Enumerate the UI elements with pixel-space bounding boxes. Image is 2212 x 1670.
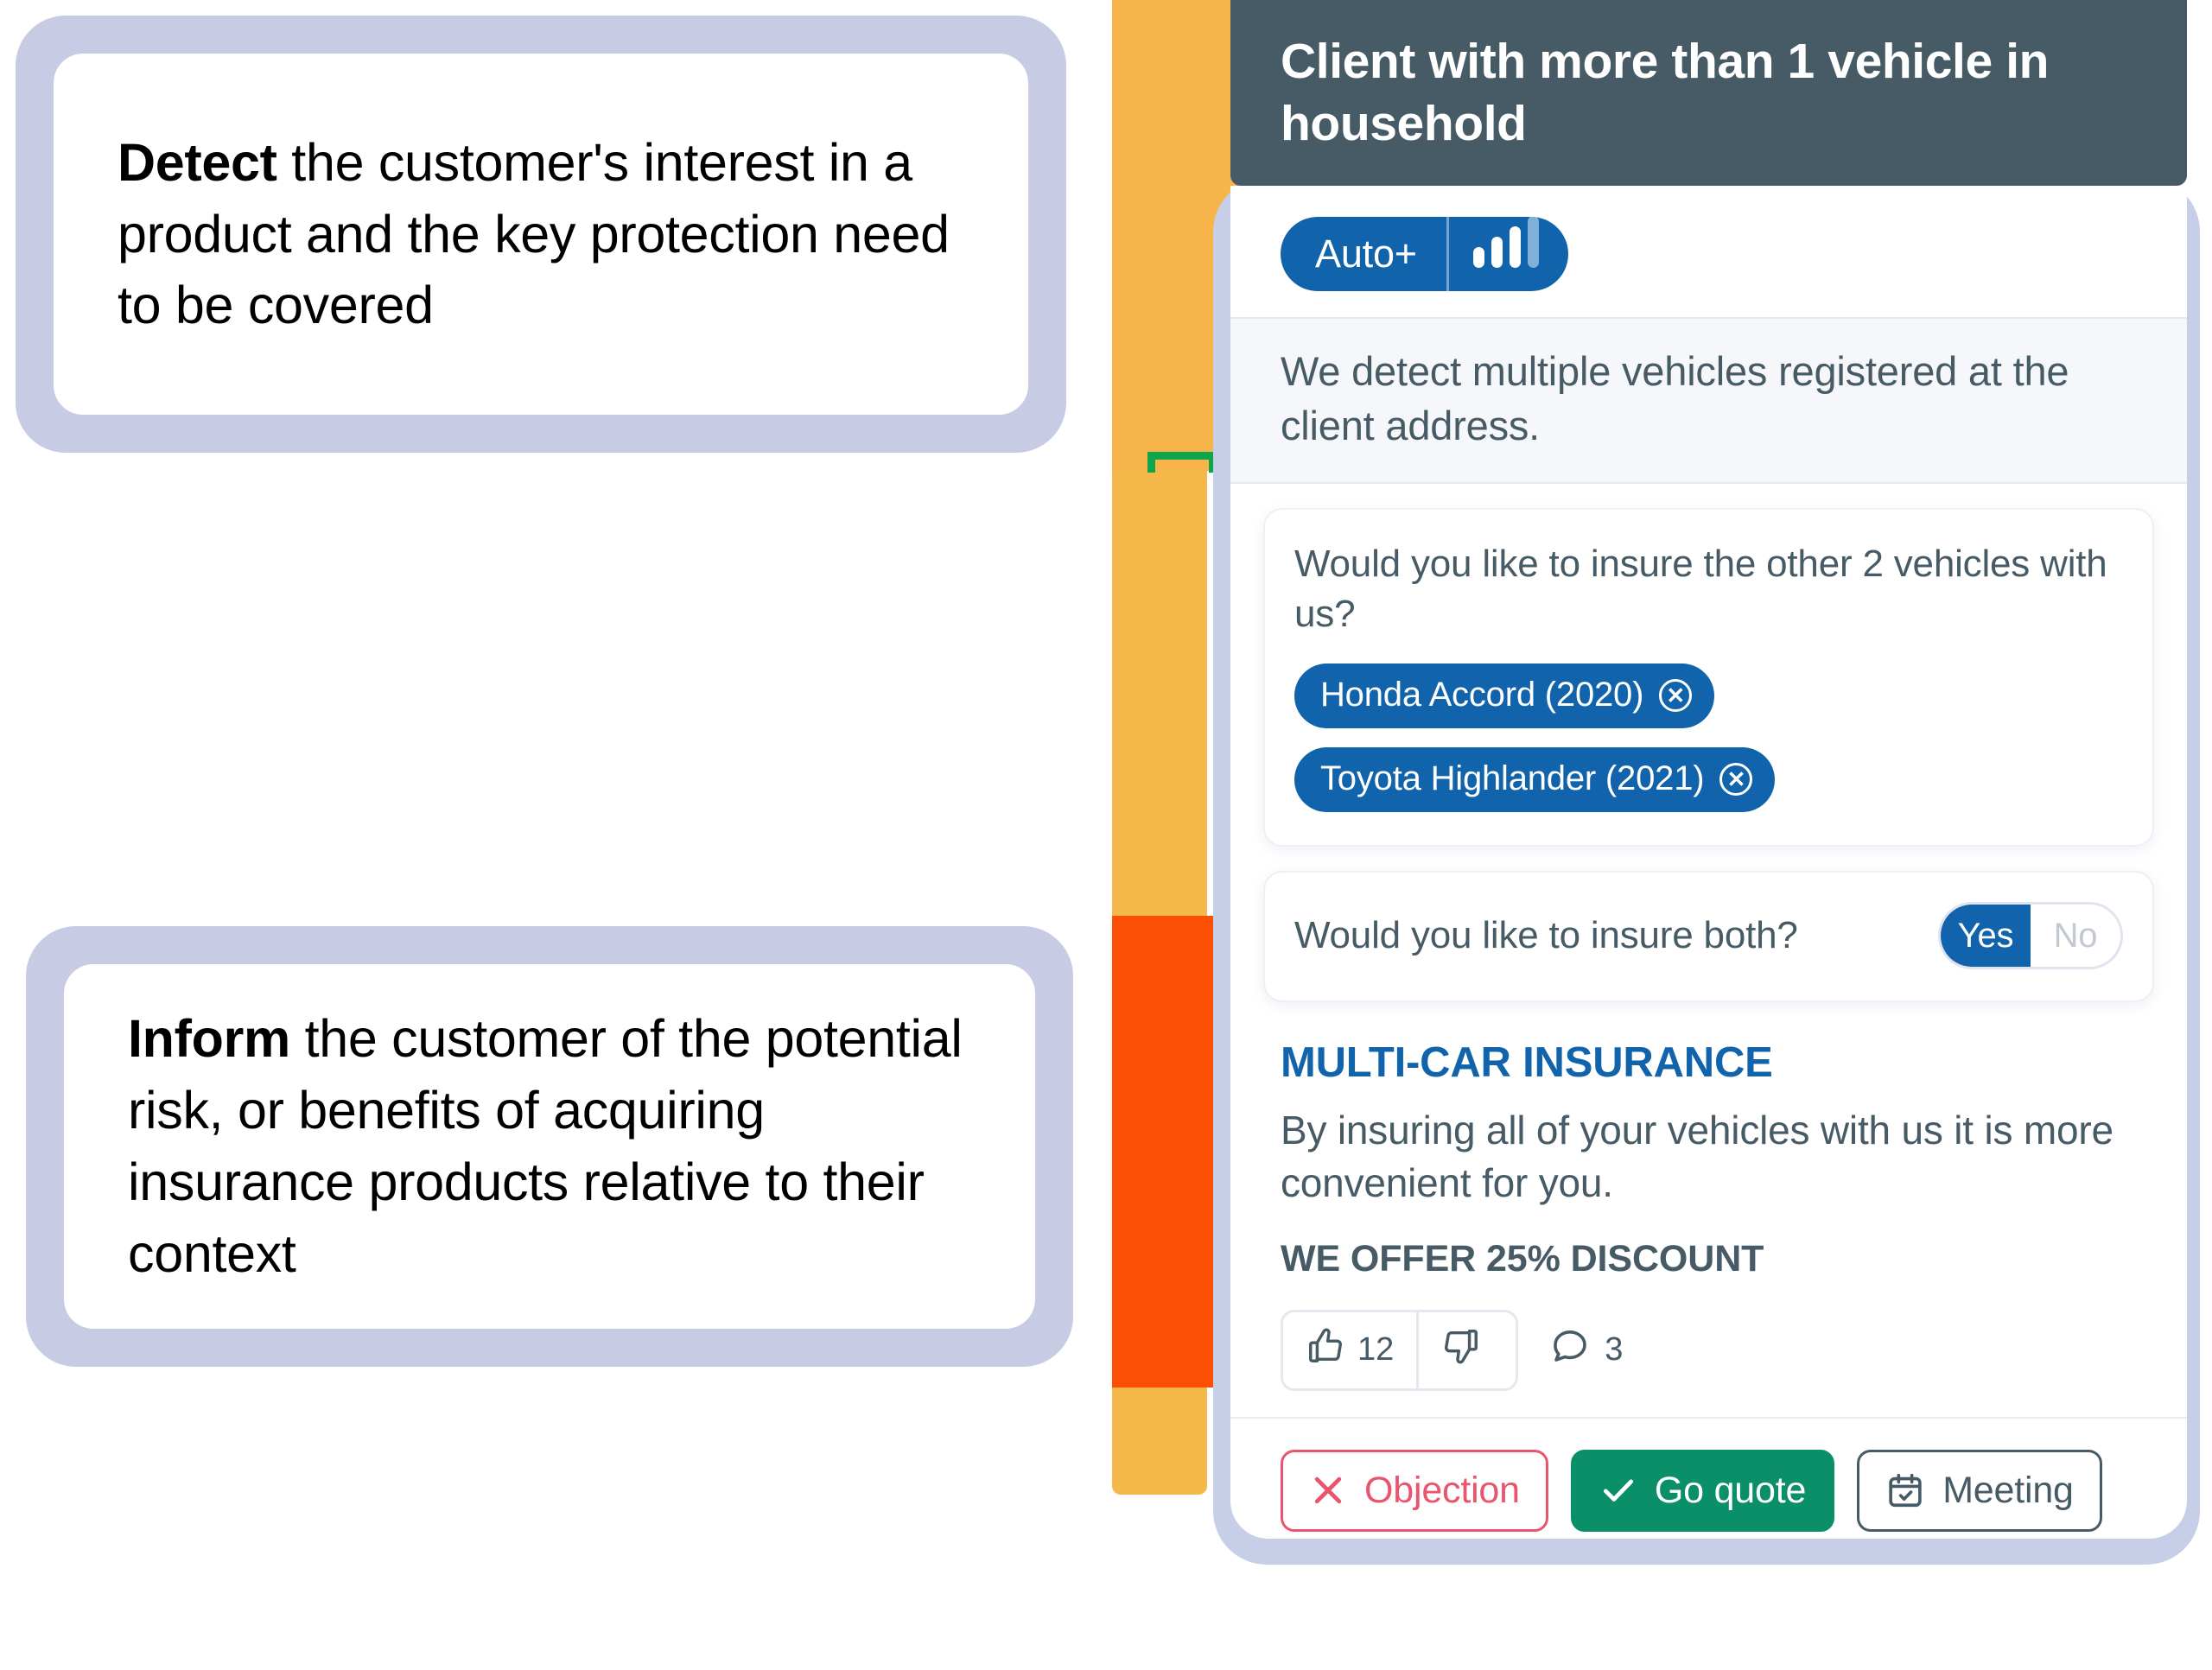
like-count: 12 [1357, 1331, 1395, 1368]
calendar-check-icon [1885, 1470, 1925, 1510]
reactions-row: 12 3 [1230, 1280, 2187, 1417]
explainer-lead-word: Detect [118, 132, 277, 192]
vehicle-chip-list: Honda Accord (2020) ✕ Toyota Highlander … [1294, 664, 2123, 813]
thumbs-down-icon [1441, 1326, 1481, 1375]
explainer-card-inform: Inform the customer of the potential ris… [26, 926, 1073, 1367]
explainer-text: Inform the customer of the potential ris… [128, 1003, 971, 1290]
offer-title: MULTI-CAR INSURANCE [1281, 1039, 1773, 1087]
green-accent-line [1147, 452, 1217, 473]
offer-discount: WE OFFER 25% DISCOUNT [1281, 1237, 1764, 1279]
objection-button[interactable]: Objection [1281, 1449, 1548, 1532]
circle-x-icon[interactable]: ✕ [1719, 762, 1753, 796]
yes-no-toggle[interactable]: Yes No [1938, 902, 2123, 970]
offer-section: MULTI-CAR INSURANCE By insuring all of y… [1230, 1002, 2187, 1279]
vehicle-chip-label: Toyota Highlander (2021) [1320, 759, 1705, 798]
screenshot-root: Detect the customer's interest in a prod… [0, 0, 2212, 1670]
meeting-button-label: Meeting [1942, 1469, 2074, 1511]
vehicles-question: Would you like to insure the other 2 veh… [1294, 543, 2107, 636]
close-x-icon [1309, 1471, 1347, 1509]
explainer-text: Detect the customer's interest in a prod… [118, 127, 964, 342]
card-body: Auto+ We detect multiple vehicles regist… [1230, 186, 2187, 1539]
check-icon [1599, 1471, 1637, 1509]
objection-button-label: Objection [1364, 1469, 1520, 1511]
vehicles-panel: Would you like to insure the other 2 veh… [1263, 508, 2154, 848]
toggle-option-no[interactable]: No [2031, 905, 2120, 968]
go-quote-button-label: Go quote [1654, 1469, 1807, 1511]
rating-group: 12 [1281, 1309, 1519, 1391]
page-title: Client with more than 1 vehicle in house… [1281, 34, 2050, 151]
like-button[interactable]: 12 [1283, 1311, 1417, 1388]
explainer-card-inner: Detect the customer's interest in a prod… [54, 54, 1028, 415]
product-badge-row: Auto+ [1230, 186, 2187, 317]
insure-both-panel: Would you like to insure both? Yes No [1263, 871, 2154, 1003]
offer-body: By insuring all of your vehicles with us… [1281, 1108, 2113, 1206]
circle-x-icon[interactable]: ✕ [1659, 678, 1693, 712]
signal-bars-icon [1449, 217, 1568, 291]
meeting-button[interactable]: Meeting [1857, 1449, 2102, 1532]
dislike-button[interactable] [1416, 1311, 1516, 1388]
vehicle-chip[interactable]: Honda Accord (2020) ✕ [1294, 664, 1715, 729]
detection-message: We detect multiple vehicles registered a… [1281, 348, 2069, 448]
explainer-card-inner: Inform the customer of the potential ris… [64, 964, 1035, 1329]
vehicle-chip[interactable]: Toyota Highlander (2021) ✕ [1294, 747, 1776, 813]
action-bar: Objection Go quote Meeting [1230, 1416, 2187, 1540]
product-badge-label: Auto+ [1315, 232, 1417, 276]
go-quote-button[interactable]: Go quote [1570, 1449, 1835, 1532]
insure-both-question: Would you like to insure both? [1294, 914, 1798, 957]
toggle-option-yes[interactable]: Yes [1941, 905, 2031, 968]
vehicle-chip-label: Honda Accord (2020) [1320, 676, 1644, 714]
explainer-card-detect: Detect the customer's interest in a prod… [16, 16, 1066, 453]
comment-bubble-icon [1549, 1325, 1591, 1375]
thumbs-up-icon [1306, 1326, 1345, 1375]
card-header: Client with more than 1 vehicle in house… [1230, 0, 2187, 186]
product-badge-auto-plus[interactable]: Auto+ [1281, 217, 1568, 291]
detection-banner: We detect multiple vehicles registered a… [1230, 317, 2187, 484]
explainer-lead-word: Inform [128, 1009, 290, 1069]
comment-count: 3 [1605, 1331, 1624, 1368]
comments-button[interactable]: 3 [1549, 1325, 1623, 1375]
